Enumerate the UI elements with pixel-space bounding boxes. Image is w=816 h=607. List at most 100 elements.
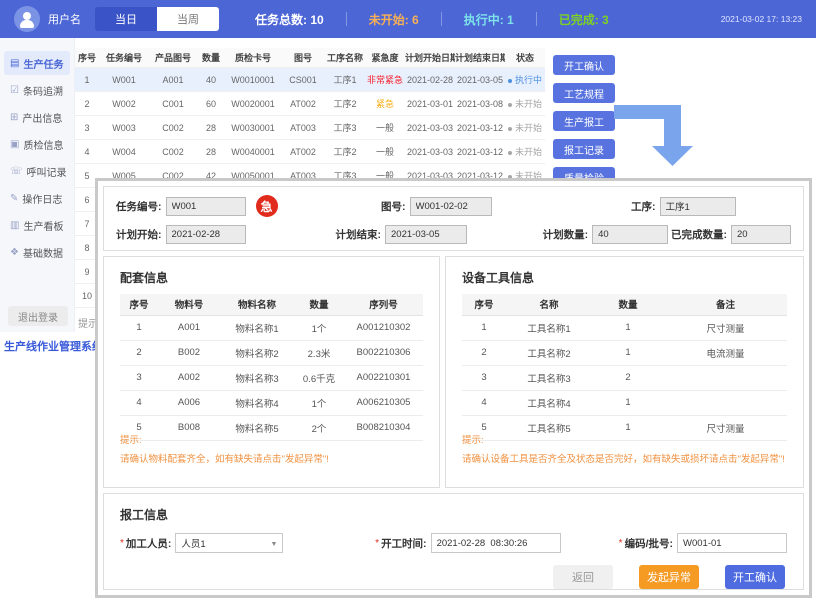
task-no-field[interactable]	[165, 196, 246, 216]
action-button-生产报工[interactable]: 生产报工	[553, 111, 615, 131]
tool-cell: 工具名称2	[527, 348, 571, 360]
cell-end: 2021-03-08	[456, 98, 504, 109]
cell-urgency: 一般	[375, 147, 394, 157]
done-qty-label: 已完成数量:	[671, 228, 727, 241]
sidebar-item-质检信息[interactable]: ▣ 质检信息	[4, 132, 70, 156]
tool-cell: 尺寸测量	[706, 323, 745, 335]
column-header: 任务编号	[105, 53, 142, 63]
table-row[interactable]: 1 W001 A001 40 W0010001 CS001 工序1 非常紧急 2021-02-2…	[75, 68, 545, 92]
tool-cell: 1	[625, 347, 631, 359]
worker-select[interactable]: 人员1 ▼	[175, 533, 284, 553]
status-text: 执行中	[514, 75, 542, 85]
sidebar-item-生产看板[interactable]: ▥ 生产看板	[4, 213, 70, 237]
plan-qty-field[interactable]	[592, 224, 669, 244]
call-record-icon: ☏	[10, 165, 23, 177]
urgent-stamp-icon: 急	[255, 195, 278, 217]
cell-start: 2021-03-03	[406, 146, 454, 157]
system-name: 生产线作业管理系统	[4, 341, 103, 353]
material-column-header: 序列号	[369, 300, 398, 312]
table-row[interactable]: 4 W004 C002 28 W0040001 AT002 工序2 一般 2021-03-03 2…	[75, 140, 545, 164]
cell-process: 工序2	[333, 99, 357, 109]
logout-button[interactable]: 退出登录	[8, 306, 68, 326]
sidebar-item-产出信息[interactable]: ⊞ 产出信息	[4, 105, 70, 129]
plan-end-label: 计划结束:	[335, 228, 382, 241]
material-cell: 1个	[311, 323, 327, 335]
table-row[interactable]: 3 W003 C002 28 W0030001 AT003 工序3 一般 2021-03-03 2…	[75, 116, 545, 140]
period-tabs: 当日 当周	[95, 7, 219, 31]
quality-info-icon: ▣	[10, 138, 20, 150]
tools-section: 设备工具信息 序号 名称 数量 备注 1 工具名称1 1 尺寸测量 2 工具名称2 1 电流测量 3 工具…	[445, 255, 804, 488]
sidebar-item-label: 条码追溯	[22, 86, 63, 98]
sidebar-item-呼叫记录[interactable]: ☏ 呼叫记录	[4, 159, 70, 183]
action-buttons: 开工确认工艺规程生产报工报工记录质量检验	[553, 55, 615, 187]
material-row: 4 A006 物料名称4 1个 A006210305	[120, 391, 423, 416]
materials-title: 配套信息	[120, 270, 169, 285]
plan-end-field[interactable]	[385, 224, 468, 244]
tool-cell: 1	[481, 322, 487, 334]
report-buttons: 返回 发起异常 开工确认	[104, 565, 803, 589]
cell-urgency: 紧急	[375, 99, 394, 109]
material-cell: A006	[177, 397, 201, 409]
table-row[interactable]: 2 W002 C001 60 W0020001 AT002 工序2 紧急 2021-03-01 2…	[75, 92, 545, 116]
sidebar-item-label: 基础数据	[22, 248, 63, 260]
done-qty-field[interactable]	[731, 224, 791, 244]
cell-qc_no: W0040001	[231, 146, 275, 157]
column-header: 状态	[515, 53, 534, 63]
tool-cell: 工具名称4	[527, 398, 571, 410]
tool-cell: 工具名称1	[527, 323, 571, 335]
tool-column-header: 名称	[539, 300, 559, 312]
cell-qc_no: W0010001	[231, 74, 275, 85]
material-cell: 1个	[311, 398, 327, 410]
material-header-row: 序号 物料号 物料名称 数量 序列号	[120, 293, 423, 316]
stat-3: 已完成: 3	[558, 12, 609, 27]
process-field[interactable]	[659, 196, 736, 216]
start-time-field[interactable]	[430, 533, 561, 553]
header-timestamp: 2021-03-02 17: 13:23	[720, 14, 802, 24]
confirm-start-button[interactable]: 开工确认	[725, 565, 785, 589]
sidebar-item-基础数据[interactable]: ❖ 基础数据	[4, 240, 70, 264]
material-cell: A001	[177, 322, 201, 334]
task-no-label: 任务编号:	[116, 200, 162, 213]
plan-start-field[interactable]	[165, 224, 246, 244]
production-task-icon: ▤	[10, 57, 20, 69]
drawing-no-field[interactable]	[409, 196, 492, 216]
cell-seq: 2	[84, 98, 90, 109]
task-detail-panel: 任务编号: 急 图号: 工序: 计划开始:	[95, 178, 812, 598]
cell-start: 2021-03-01	[406, 98, 454, 109]
material-cell: 2.3米	[307, 348, 331, 360]
material-cell: A002210301	[356, 372, 411, 384]
tool-cell: 3	[481, 372, 487, 384]
tool-cell: 电流测量	[706, 348, 745, 360]
action-button-开工确认[interactable]: 开工确认	[553, 55, 615, 75]
cell-qty: 28	[205, 122, 216, 133]
sidebar-item-生产任务[interactable]: ▤ 生产任务	[4, 51, 70, 75]
tools-hint-title: 提示:	[462, 435, 484, 446]
tab-current-day[interactable]: 当日	[95, 7, 157, 31]
action-button-报工记录[interactable]: 报工记录	[553, 139, 615, 159]
tool-row: 3 工具名称3 2	[462, 366, 787, 391]
cell-end: 2021-03-12	[456, 122, 504, 133]
raise-exception-button[interactable]: 发起异常	[639, 565, 699, 589]
required-asterisk: *	[120, 537, 124, 549]
column-header: 数量	[201, 53, 220, 63]
back-button[interactable]: 返回	[553, 565, 613, 589]
tab-current-week[interactable]: 当周	[157, 7, 219, 31]
plan-qty-label: 计划数量:	[542, 228, 589, 241]
cell-status: 执行中	[505, 73, 545, 86]
cell-status: 未开始	[505, 145, 545, 158]
action-button-工艺规程[interactable]: 工艺规程	[553, 83, 615, 103]
required-asterisk: *	[618, 537, 623, 549]
cell-product_no: C001	[162, 98, 184, 109]
tool-header-row: 序号 名称 数量 备注	[462, 293, 787, 316]
sidebar-item-操作日志[interactable]: ✎ 操作日志	[4, 186, 70, 210]
cell-drawing_no: AT002	[290, 146, 316, 157]
plan-start-label: 计划开始:	[116, 228, 162, 241]
batch-field[interactable]	[677, 533, 787, 553]
material-cell: B002	[177, 347, 201, 359]
tool-cell: 1	[625, 397, 631, 409]
tools-hint-text: 请确认设备工具是否齐全及状态是否完好，如有缺失或损坏请点击"发起异常"!	[462, 454, 785, 465]
tool-row: 2 工具名称2 1 电流测量	[462, 341, 787, 366]
material-row: 3 A002 物料名称3 0.6千克 A002210301	[120, 366, 423, 391]
sidebar-item-条码追溯[interactable]: ☑ 条码追溯	[4, 78, 70, 102]
column-header: 紧急度	[371, 53, 399, 63]
